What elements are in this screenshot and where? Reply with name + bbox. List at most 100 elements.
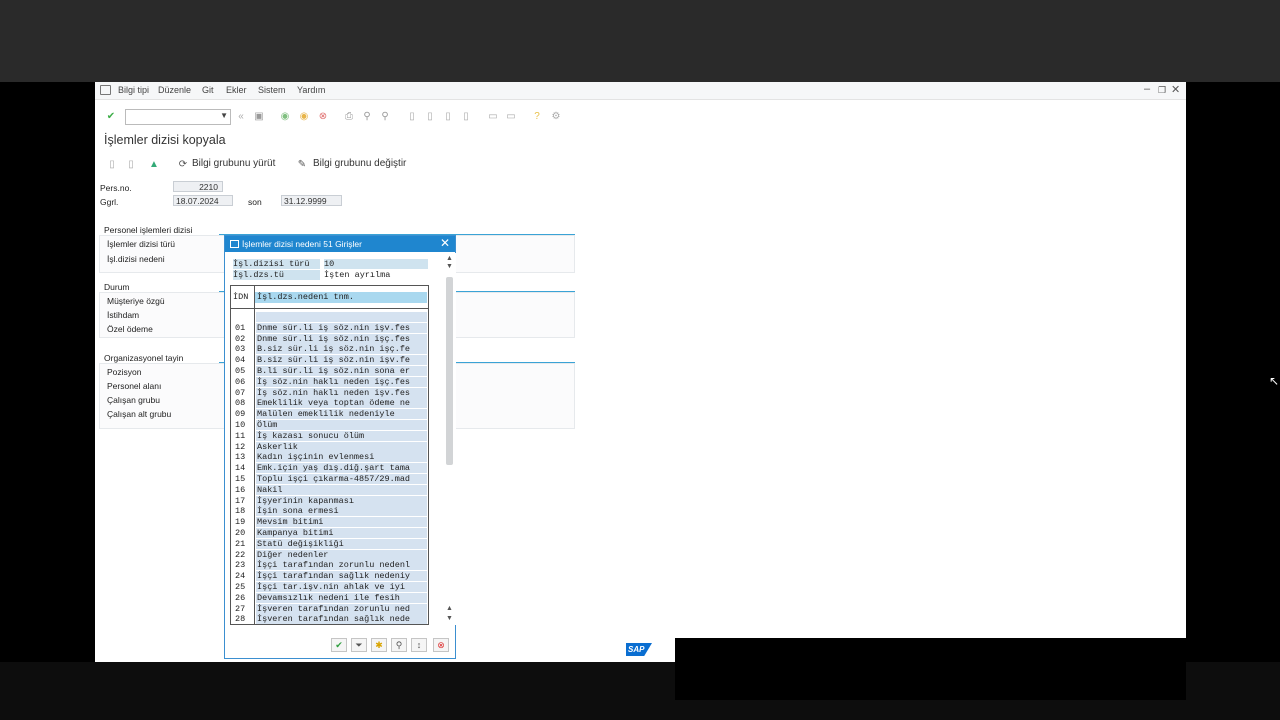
dialog-title-bar[interactable]: İşlemler dizisi nedeni 51 Girişler ✕ [225,236,455,252]
back-icon[interactable]: ◉ [279,110,291,122]
scroll-down-icon[interactable]: ▼ [446,263,453,270]
list-item-text: İşçi tar.işv.nin ahlak ve iyi [256,581,427,592]
list-item[interactable]: 21 Statü değişikliği [231,538,428,550]
action-type-label: İşlemler dizisi türü [107,239,176,249]
list-item[interactable]: 22 Diğer nedenler [231,549,428,561]
page-title: İşlemler dizisi kopyala [104,133,226,147]
list-item[interactable]: 28 İşveren tarafından sağlık nede [231,614,428,624]
execute-infogroup-button[interactable]: Bilgi grubunu yürüt [192,158,275,169]
close-window-icon[interactable]: ✕ [1171,83,1180,96]
help-icon[interactable]: ? [531,110,543,122]
first-page-icon[interactable]: ▯ [406,110,418,122]
list-item[interactable]: 25 İşçi tar.işv.nin ahlak ve iyi [231,581,428,593]
persno-label: Pers.no. [100,183,132,193]
list-item[interactable]: 05 B.li sür.li iş söz.nin sona er [231,365,428,377]
list-item[interactable]: 03 B.siz sür.li iş söz.nin işç.fe [231,344,428,355]
command-field[interactable]: ▼ [125,109,231,125]
column-text-header[interactable]: İşl.dzs.nedeni tnm. [255,292,427,303]
valid-to-field[interactable]: 31.12.9999 [281,195,342,206]
list-item[interactable]: 24 İşçi tarafından sağlık nedeniy [231,571,428,582]
minimize-icon[interactable]: – [1144,83,1150,95]
cancel-button[interactable]: ⊗ [433,638,449,652]
list-item[interactable]: 04 B.siz sür.li iş söz.nin işv.fe [231,355,428,366]
last-page-icon[interactable]: ▯ [460,110,472,122]
close-icon[interactable]: ✕ [440,236,450,250]
restore-icon[interactable]: ❐ [1158,85,1166,96]
list-item[interactable] [231,312,428,323]
list-item[interactable]: 13 Kadın işçinin evlenmesi [231,452,428,463]
next-record-icon[interactable]: ▯ [125,158,137,170]
change-infogroup-button[interactable]: Bilgi grubunu değiştir [313,158,406,169]
scroll-up-icon[interactable]: ▲ [446,255,453,262]
confirm-button[interactable]: ✔ [331,638,347,652]
list-item[interactable]: 09 Malülen emeklilik nedeniyle [231,409,428,420]
execute-icon[interactable]: ⟳ [177,158,189,170]
list-item-text: Devamsızlık nedeni ile fesih [256,592,427,603]
find-icon[interactable]: ⚲ [361,110,373,122]
dialog-scrollbar[interactable]: ▲ ▼ ▲ ▼ [444,253,456,625]
list-item[interactable]: 08 Emeklilik veya toptan ödeme ne [231,398,428,409]
cancel-icon[interactable]: ⊗ [317,110,329,122]
menu-bilgi-tipi[interactable]: Bilgi tipi [118,85,149,95]
list-item-key: 14 [235,463,246,474]
list-item[interactable]: 10 Ölüm [231,419,428,431]
scroll-up-icon[interactable]: ▲ [446,605,453,612]
prev-page-icon[interactable]: ▯ [424,110,436,122]
list-item[interactable]: 07 İş söz.nin haklı neden işv.fes [231,387,428,399]
list-item[interactable]: 06 İş söz.nin haklı neden işç.fes [231,376,428,388]
scroll-down-icon[interactable]: ▼ [446,615,453,622]
menu-ekler[interactable]: Ekler [226,85,247,95]
prev-record-icon[interactable]: ▯ [106,158,118,170]
exit-icon[interactable]: ◉ [298,110,310,122]
settings-icon[interactable]: ⚙ [550,110,562,122]
list-item-key: 26 [235,592,246,603]
list-item[interactable]: 18 İşin sona ermesi [231,506,428,517]
valid-from-label: Ggrl. [100,197,119,207]
list-item[interactable]: 26 Devamsızlık nedeni ile fesih [231,592,428,604]
scroll-thumb[interactable] [446,277,453,465]
find-next-icon[interactable]: ⚲ [379,110,391,122]
save-icon[interactable]: ▣ [253,110,265,122]
list-item-text: Dnme sür.li iş söz.nin işç.fes [256,333,427,344]
menu-yardim[interactable]: Yardım [297,85,325,95]
list-item[interactable]: 16 Nakil [231,484,428,496]
shortcut-icon[interactable]: ▭ [505,110,517,122]
image-icon[interactable]: ▲ [148,158,160,170]
valid-from-field[interactable]: 18.07.2024 [173,195,233,206]
list-item[interactable]: 14 Emk.için yaş dış.diğ.şart tama [231,463,428,474]
new-entry-icon[interactable]: ✱ [371,638,387,652]
sort-icon[interactable]: ↕ [411,638,427,652]
list-item-text: Kadın işçinin evlenmesi [256,452,427,463]
list-item[interactable]: 19 Mevsim bitimi [231,517,428,528]
list-item[interactable]: 15 Toplu işçi çıkarma-4857/29.mad [231,473,428,485]
double-left-icon[interactable]: « [235,110,247,122]
print-icon[interactable]: ⎙ [343,110,355,122]
filter-icon[interactable]: ⏷ [351,638,367,652]
column-key-header[interactable]: İDN [233,292,248,302]
list-item[interactable]: 17 İşyerinin kapanması [231,495,428,507]
menu-duzenle[interactable]: Düzenle [158,85,191,95]
find-icon[interactable]: ⚲ [391,638,407,652]
list-item[interactable]: 01 Dnme sür.li iş söz.nin işv.fes [231,322,428,334]
new-session-icon[interactable]: ▭ [487,110,499,122]
dialog-footer: ✔ ⏷ ✱ ⚲ ↕ ⊗ [225,636,455,656]
list-item[interactable]: 23 İşçi tarafından zorunlu nedenl [231,560,428,571]
list-item-key: 21 [235,538,246,549]
list-item[interactable]: 11 İş kazası sonucu ölüm [231,430,428,442]
list-item-text: Statü değişikliği [256,538,427,549]
list-item[interactable]: 27 İşveren tarafından zorunlu ned [231,603,428,615]
check-icon[interactable]: ✔ [105,110,117,122]
list-item[interactable]: 02 Dnme sür.li iş söz.nin işç.fes [231,333,428,345]
chevron-down-icon[interactable]: ▼ [220,111,228,120]
menu-sistem[interactable]: Sistem [258,85,286,95]
list-item-key: 04 [235,355,246,366]
mouse-cursor-icon: ↖ [1269,374,1280,388]
menu-git[interactable]: Git [202,85,214,95]
menu-icon[interactable] [100,85,111,95]
next-page-icon[interactable]: ▯ [442,110,454,122]
list-item[interactable]: 20 Kampanya bitimi [231,527,428,539]
list-item[interactable]: 12 Askerlik [231,441,428,453]
value-help-dialog: İşlemler dizisi nedeni 51 Girişler ✕ İşl… [224,235,456,659]
pencil-icon[interactable]: ✎ [296,158,308,170]
type-value: 10 [324,259,428,269]
